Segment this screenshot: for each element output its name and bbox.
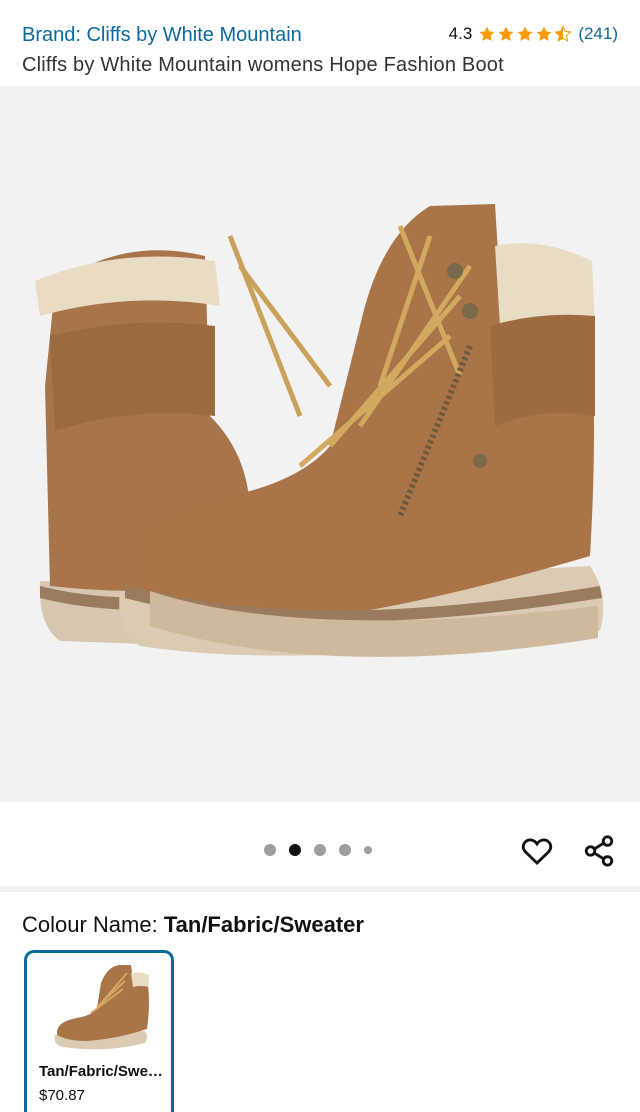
product-image-gallery[interactable]	[0, 86, 640, 802]
product-header: Brand: Cliffs by White Mountain 4.3 (241…	[0, 0, 640, 86]
colour-name-label: Colour Name:	[22, 912, 164, 937]
swatch-boot-image	[54, 965, 149, 1050]
section-divider	[0, 886, 640, 892]
swatch-name: Tan/Fabric/Sweater	[39, 1063, 164, 1080]
rating-count[interactable]: (241)	[578, 24, 618, 44]
colour-name-value: Tan/Fabric/Sweater	[163, 912, 364, 937]
share-icon[interactable]	[582, 834, 616, 868]
heart-icon[interactable]	[520, 834, 554, 868]
swatch-price: $70.87	[39, 1087, 85, 1104]
carousel-dot[interactable]	[364, 846, 372, 854]
product-title: Cliffs by White Mountain womens Hope Fas…	[22, 54, 504, 76]
colour-swatch-selected[interactable]: Tan/Fabric/Sweater $70.87	[24, 950, 174, 1112]
gallery-controls	[0, 802, 640, 886]
carousel-dot[interactable]	[339, 844, 351, 856]
half-star-icon	[554, 25, 572, 42]
carousel-dot[interactable]	[314, 844, 326, 856]
rating-stars	[478, 25, 572, 43]
carousel-dot-active[interactable]	[289, 844, 301, 856]
rating-value: 4.3	[448, 24, 473, 43]
star-icon	[498, 26, 514, 41]
star-icon	[536, 26, 552, 41]
star-icon	[479, 26, 495, 41]
rating-summary[interactable]: 4.3 (241)	[449, 24, 618, 44]
brand-link[interactable]: Brand: Cliffs by White Mountain	[22, 24, 302, 47]
boot-image	[35, 204, 604, 657]
colour-name: Colour Name: Tan/Fabric/Sweater	[22, 912, 364, 938]
star-icon	[517, 26, 533, 41]
carousel-dots	[264, 844, 372, 856]
carousel-dot[interactable]	[264, 844, 276, 856]
